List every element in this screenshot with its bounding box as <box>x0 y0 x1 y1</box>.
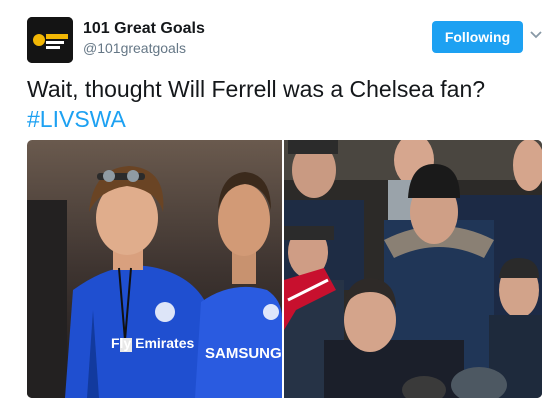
tweet-card: 101 Great Goals @101greatgoals Following… <box>0 0 550 407</box>
tweet-text: Wait, thought Will Ferrell was a Chelsea… <box>27 74 527 134</box>
tweet-body: Wait, thought Will Ferrell was a Chelsea… <box>27 76 486 102</box>
following-button[interactable]: Following <box>432 21 523 53</box>
logo-101-great-goals <box>27 17 73 63</box>
sponsor-fly-emirates: Fly Emirates <box>111 335 194 351</box>
user-handle[interactable]: @101greatgoals <box>83 40 186 56</box>
sponsor-samsung: SAMSUNG <box>205 345 282 362</box>
photo-right[interactable] <box>284 140 542 398</box>
media-grid[interactable]: Fly Emirates SAMSUNG <box>27 140 542 398</box>
chevron-down-icon[interactable] <box>529 28 543 42</box>
avatar[interactable] <box>27 17 73 63</box>
photo-left[interactable]: Fly Emirates SAMSUNG <box>27 140 282 398</box>
display-name[interactable]: 101 Great Goals <box>83 20 205 38</box>
hashtag-link[interactable]: #LIVSWA <box>27 104 527 134</box>
